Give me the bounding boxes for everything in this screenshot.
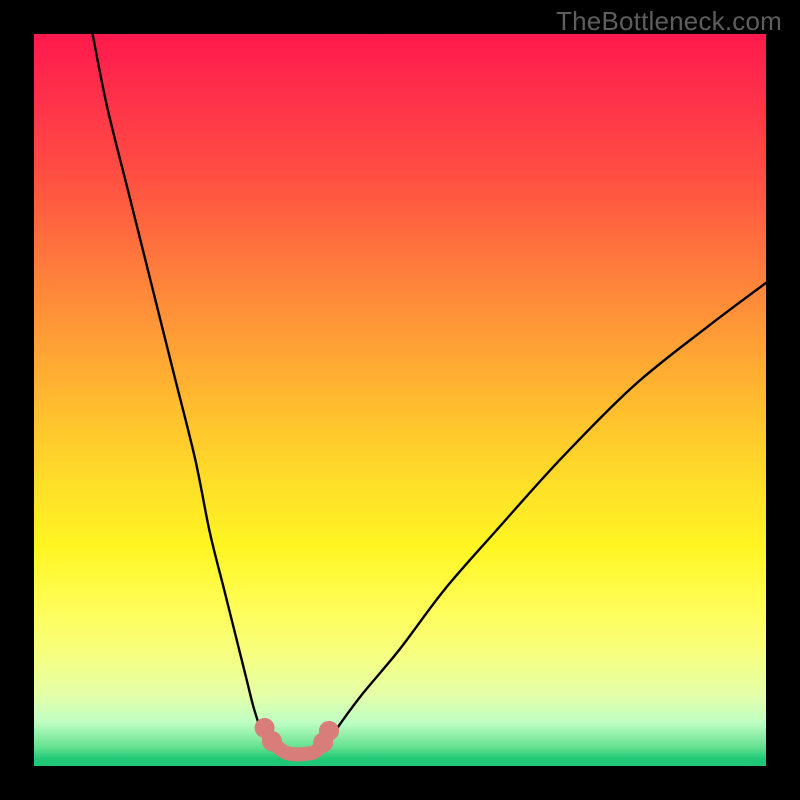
curve-left-branch: [93, 34, 269, 744]
curve-right-branch: [327, 283, 766, 744]
valley-dot: [319, 721, 339, 741]
curve-path-right: [327, 283, 766, 744]
chart-frame: TheBottleneck.com: [0, 0, 800, 800]
watermark-text: TheBottleneck.com: [556, 6, 782, 37]
valley-dot: [262, 731, 282, 751]
valley-highlight-dots: [255, 718, 339, 753]
valley-highlight-group: [255, 718, 339, 754]
curve-path-left: [93, 34, 269, 744]
chart-svg: [34, 34, 766, 766]
